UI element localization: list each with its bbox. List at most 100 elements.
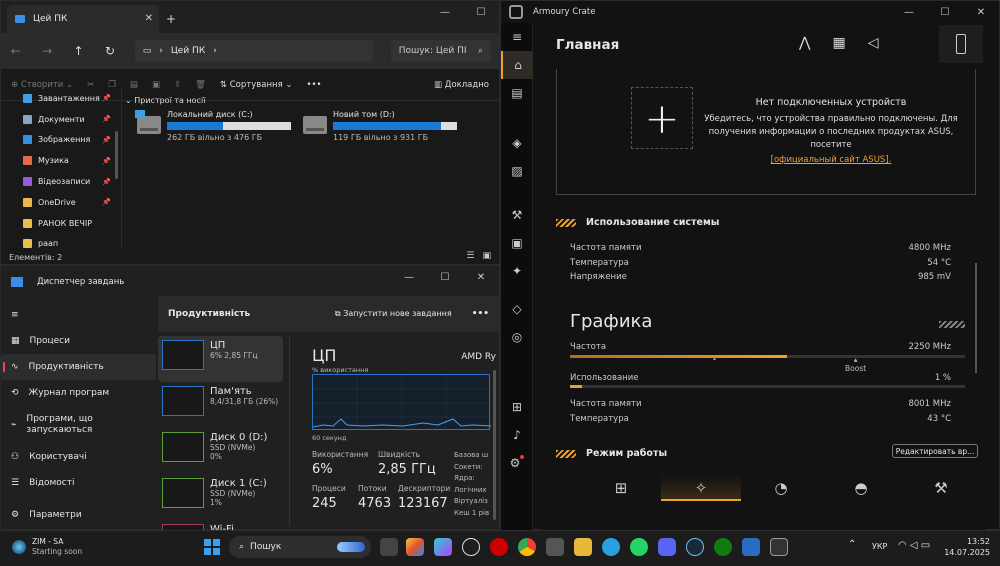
search-input[interactable]: Пошук: Цей ПІ ⌕ [390, 40, 492, 62]
scenario-icon[interactable]: ▣ [501, 229, 533, 257]
address-bar[interactable]: ▭ › Цей ПК › [134, 40, 373, 62]
tray-chevron-icon[interactable]: ⌃ [848, 539, 856, 550]
store-icon[interactable] [546, 538, 564, 556]
chrome-icon[interactable] [518, 538, 536, 556]
drive-c[interactable]: Локальний диск (C:) 262 ГБ вільно з 476 … [135, 110, 291, 142]
drive-d[interactable]: Новий том (D:) 119 ГБ вільно з 931 ГБ [303, 110, 457, 142]
resource-item[interactable]: Диск 1 (C:) SSD (NVMe) 1% [158, 474, 283, 520]
folder-icon[interactable] [574, 538, 592, 556]
back-button[interactable]: ← [9, 44, 22, 58]
run-task-button[interactable]: ⧉ Запустити нове завдання [335, 309, 452, 319]
sidebar-item[interactable]: Відеозаписи 📌 [1, 171, 121, 192]
armoury-taskbar-icon[interactable] [770, 538, 788, 556]
refresh-button[interactable]: ↻ [103, 44, 116, 58]
sidebar-item[interactable]: РАНОК ВЕЧІР [1, 213, 121, 234]
share-icon[interactable]: ⇪ [174, 80, 181, 90]
settings-nav[interactable]: ⚙ Параметри [11, 510, 82, 520]
whatsapp-icon[interactable] [630, 538, 648, 556]
forward-button[interactable]: → [40, 44, 53, 58]
sidebar-scrollbar[interactable] [115, 131, 118, 179]
content-scrollbar[interactable] [975, 263, 977, 373]
mode-silent-icon[interactable]: ✧ [661, 475, 741, 501]
mode-performance-icon[interactable]: ◔ [741, 479, 821, 497]
tiles-view-icon[interactable]: ▣ [482, 251, 491, 261]
add-device-button[interactable]: + [631, 87, 693, 149]
nav-item[interactable]: ⌁ Програми, що запускаються [1, 406, 156, 444]
sort-button[interactable]: ⇅ Сортування ⌄ [220, 80, 293, 90]
asus-site-link[interactable]: [официальный сайт ASUS]. [701, 155, 961, 165]
device-panel-button[interactable] [939, 25, 983, 63]
details-view-icon[interactable]: ☰ [466, 251, 474, 261]
sidebar-item[interactable]: Документи 📌 [1, 109, 121, 130]
telegram-icon[interactable] [602, 538, 620, 556]
hamburger-menu[interactable]: ≡ [1, 302, 156, 328]
mode-grid-icon[interactable]: ⊞ [581, 479, 661, 497]
language-indicator[interactable]: УКР [872, 542, 887, 551]
sidebar-item[interactable]: Музика 📌 [1, 150, 121, 171]
details-button[interactable]: ▥ Докладно [434, 80, 489, 90]
maximize-button[interactable]: ☐ [427, 266, 463, 288]
menu-icon[interactable]: ≡ [501, 23, 533, 51]
aura-icon[interactable]: ◈ [501, 129, 533, 157]
nav-item[interactable]: ☰ Відомості [1, 470, 156, 496]
more-button[interactable]: ••• [307, 80, 322, 90]
settings-gear-icon[interactable]: ⚙ [501, 449, 533, 477]
chatgpt-icon[interactable] [462, 538, 480, 556]
group-header[interactable]: ⌄ Пристрої та носії [125, 96, 495, 105]
nav-item[interactable]: ⟲ Журнал програм [1, 380, 156, 406]
delete-icon[interactable]: 🗑 [195, 80, 206, 90]
tools-icon[interactable]: ⚒ [501, 201, 533, 229]
weather-widget[interactable]: ZIM - SA Starting soon [12, 537, 82, 557]
resource-item[interactable]: Пам'ять 8,4/31,8 ГБ (26%) [158, 382, 283, 428]
bell-icon[interactable]: ♪ [501, 421, 533, 449]
edit-button[interactable]: Редактировать вр... [892, 444, 978, 458]
sidebar-item[interactable]: Зображення 📌 [1, 130, 121, 151]
paste-icon[interactable]: ▤ [130, 80, 138, 90]
discord-icon[interactable] [658, 538, 676, 556]
layers-icon[interactable]: ◇ [501, 295, 533, 323]
nav-item[interactable]: ▦ Процеси [1, 328, 156, 354]
wifi-icon[interactable]: ◠ ◁ ▭ [898, 540, 930, 551]
explorer-tab[interactable]: Цей ПК ✕ [7, 5, 159, 33]
sidebar-item[interactable]: paап [1, 234, 121, 255]
close-button[interactable]: ✕ [463, 266, 499, 288]
widgets-icon[interactable] [406, 538, 424, 556]
maximize-button[interactable]: ☐ [463, 1, 499, 23]
mode-manual-icon[interactable]: ⚒ [901, 479, 981, 497]
up-button[interactable]: ↑ [72, 44, 85, 58]
clock[interactable]: 13:52 14.07.2025 [944, 536, 990, 558]
news-icon[interactable]: ▦ [832, 35, 845, 51]
aura-sync-icon[interactable]: ⋀ [799, 35, 810, 51]
device-icon[interactable]: ▤ [501, 79, 533, 107]
minimize-button[interactable]: — [391, 266, 427, 288]
nav-item[interactable]: ⚇ Користувачі [1, 444, 156, 470]
gallery-icon[interactable]: ▨ [501, 157, 533, 185]
sidebar-item[interactable]: OneDrive 📌 [1, 192, 121, 213]
more-button[interactable]: ••• [472, 309, 489, 319]
maximize-button[interactable]: ☐ [927, 1, 963, 23]
close-button[interactable]: ✕ [963, 1, 999, 23]
nav-item[interactable]: ∿ Продуктивність [1, 354, 156, 380]
new-tab-button[interactable]: + [159, 5, 183, 33]
sidebar-item[interactable]: Завантаження 📌 [1, 88, 121, 109]
detail-scrollbar[interactable] [493, 370, 496, 520]
grid-icon[interactable]: ⊞ [501, 393, 533, 421]
announcement-icon[interactable]: ◁ [868, 35, 879, 51]
minimize-button[interactable]: — [427, 1, 463, 23]
opera-icon[interactable] [490, 538, 508, 556]
task-view-icon[interactable] [380, 538, 398, 556]
copilot-icon[interactable] [434, 538, 452, 556]
steam-icon[interactable] [686, 538, 704, 556]
mode-turbo-icon[interactable]: ◓ [821, 479, 901, 497]
home-icon[interactable]: ⌂ [501, 51, 533, 79]
start-button[interactable] [204, 539, 220, 555]
taskbar-search[interactable]: ⌕ Пошук [229, 536, 371, 558]
rename-icon[interactable]: ▣ [152, 80, 160, 90]
resource-item[interactable]: Диск 0 (D:) SSD (NVMe) 0% [158, 428, 283, 474]
task-manager-taskbar-icon[interactable] [742, 538, 760, 556]
news-icon[interactable]: ◎ [501, 323, 533, 351]
close-tab-icon[interactable]: ✕ [145, 13, 153, 24]
minimize-button[interactable]: — [891, 1, 927, 23]
resource-item[interactable]: ЦП 6% 2,85 ГГц [158, 336, 283, 382]
xbox-icon[interactable] [714, 538, 732, 556]
